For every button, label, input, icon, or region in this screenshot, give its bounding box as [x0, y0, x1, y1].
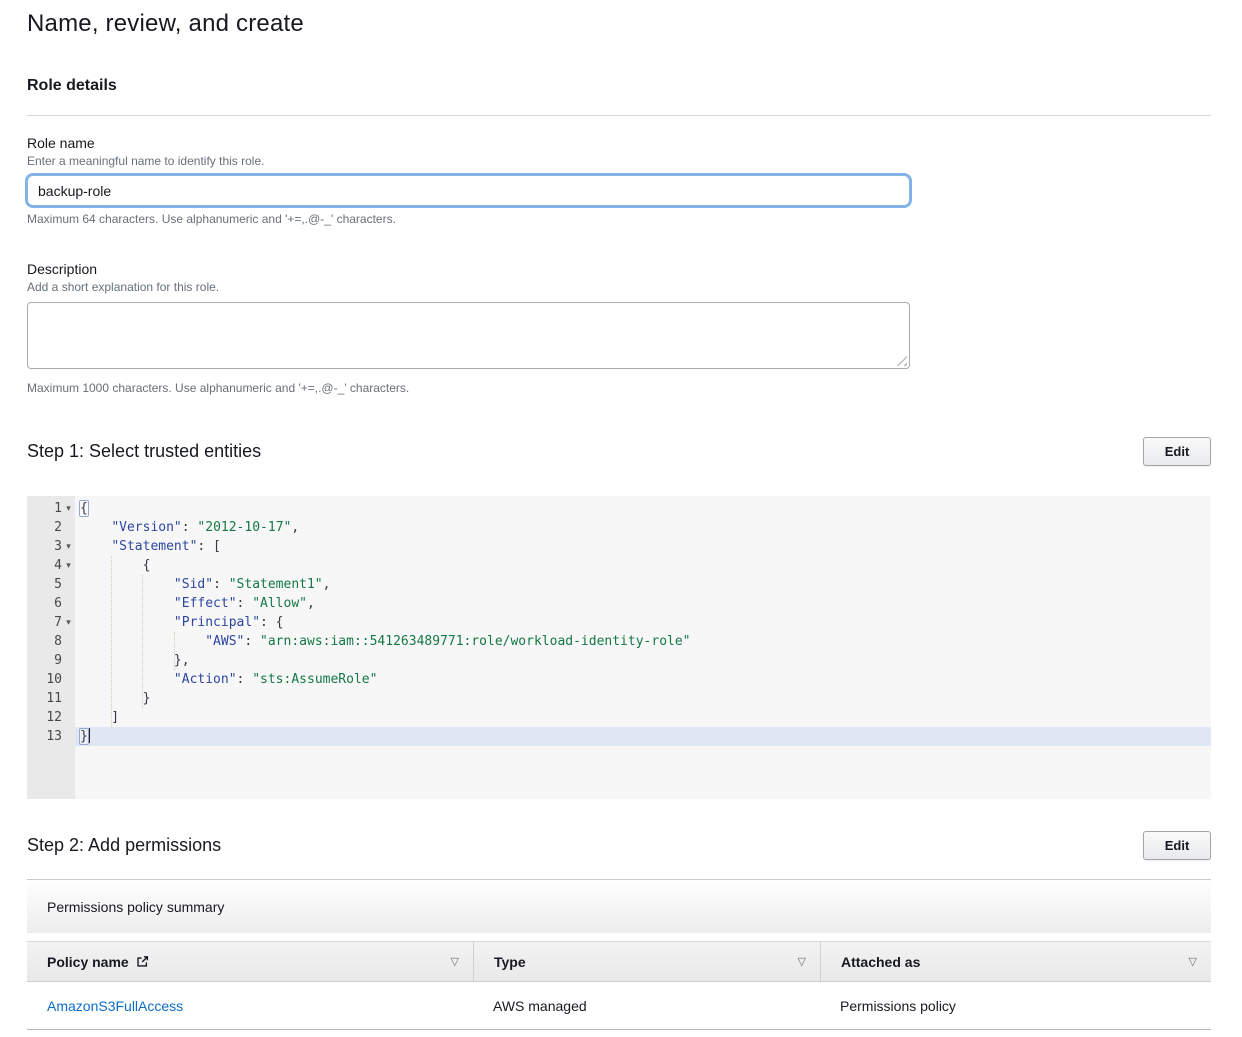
role-name-label: Role name	[27, 135, 1211, 151]
edit-permissions-button[interactable]: Edit	[1143, 831, 1211, 860]
code-lines: 1▾{2 "Version": "2012-10-17",3▾ "Stateme…	[27, 496, 1211, 746]
trust-policy-editor[interactable]: 1▾{2 "Version": "2012-10-17",3▾ "Stateme…	[27, 496, 1211, 799]
code-line: 11 }	[27, 689, 1211, 708]
fold-caret-icon[interactable]: ▾	[62, 556, 75, 575]
code-line: 1▾{	[27, 499, 1211, 518]
role-name-input[interactable]	[27, 175, 910, 206]
description-textarea[interactable]	[27, 302, 910, 369]
column-header-type[interactable]: Type ▽	[473, 942, 820, 981]
step2-heading: Step 2: Add permissions	[27, 835, 221, 856]
fold-caret-icon[interactable]: ▾	[62, 537, 75, 556]
indent-guide	[111, 556, 112, 727]
divider	[27, 115, 1211, 116]
description-label: Description	[27, 261, 1211, 277]
permissions-panel-title: Permissions policy summary	[47, 899, 224, 915]
sort-icon[interactable]: ▽	[451, 955, 459, 968]
page: Name, review, and create Role details Ro…	[0, 0, 1242, 1030]
code-line: 6 "Effect": "Allow",	[27, 594, 1211, 613]
code-line: 9 },	[27, 651, 1211, 670]
text-cursor	[89, 728, 90, 743]
code-line: 2 "Version": "2012-10-17",	[27, 518, 1211, 537]
fold-caret-icon[interactable]: ▾	[62, 613, 75, 632]
external-link-icon	[136, 955, 149, 968]
description-constraint: Maximum 1000 characters. Use alphanumeri…	[27, 381, 1211, 395]
column-label: Attached as	[841, 954, 920, 970]
table-row: AmazonS3FullAccess AWS managed Permissio…	[27, 982, 1211, 1030]
edit-trusted-entities-button[interactable]: Edit	[1143, 437, 1211, 466]
code-line: 8 "AWS": "arn:aws:iam::541263489771:role…	[27, 632, 1211, 651]
role-name-hint: Enter a meaningful name to identify this…	[27, 154, 1211, 168]
code-line: 3▾ "Statement": [	[27, 537, 1211, 556]
indent-guide	[174, 632, 175, 670]
permissions-panel-header: Permissions policy summary	[27, 879, 1211, 933]
step1-heading: Step 1: Select trusted entities	[27, 441, 261, 462]
code-line: 4▾ {	[27, 556, 1211, 575]
code-line: 10 "Action": "sts:AssumeRole"	[27, 670, 1211, 689]
policy-type-cell: AWS managed	[473, 998, 820, 1014]
attached-as-cell: Permissions policy	[820, 998, 1211, 1014]
column-label: Policy name	[47, 954, 129, 970]
sort-icon[interactable]: ▽	[1189, 955, 1197, 968]
table-header-row: Policy name ▽ Type ▽	[27, 941, 1211, 982]
permissions-panel: Permissions policy summary Policy name	[27, 879, 1211, 1030]
code-line: 12 ]	[27, 708, 1211, 727]
code-line: 7▾ "Principal": {	[27, 613, 1211, 632]
role-name-constraint: Maximum 64 characters. Use alphanumeric …	[27, 212, 1211, 226]
code-line: 5 "Sid": "Statement1",	[27, 575, 1211, 594]
role-details-heading: Role details	[27, 77, 1211, 95]
description-hint: Add a short explanation for this role.	[27, 280, 1211, 294]
column-header-policy-name[interactable]: Policy name ▽	[27, 942, 473, 981]
policy-name-link[interactable]: AmazonS3FullAccess	[47, 998, 183, 1014]
permissions-table: Policy name ▽ Type ▽	[27, 941, 1211, 1030]
column-header-attached-as[interactable]: Attached as ▽	[820, 942, 1211, 981]
indent-guide	[142, 575, 143, 708]
page-title: Name, review, and create	[27, 10, 1211, 38]
fold-caret-icon[interactable]: ▾	[62, 499, 75, 518]
code-line: 13}	[27, 727, 1211, 746]
column-label: Type	[494, 954, 526, 970]
sort-icon[interactable]: ▽	[798, 955, 806, 968]
